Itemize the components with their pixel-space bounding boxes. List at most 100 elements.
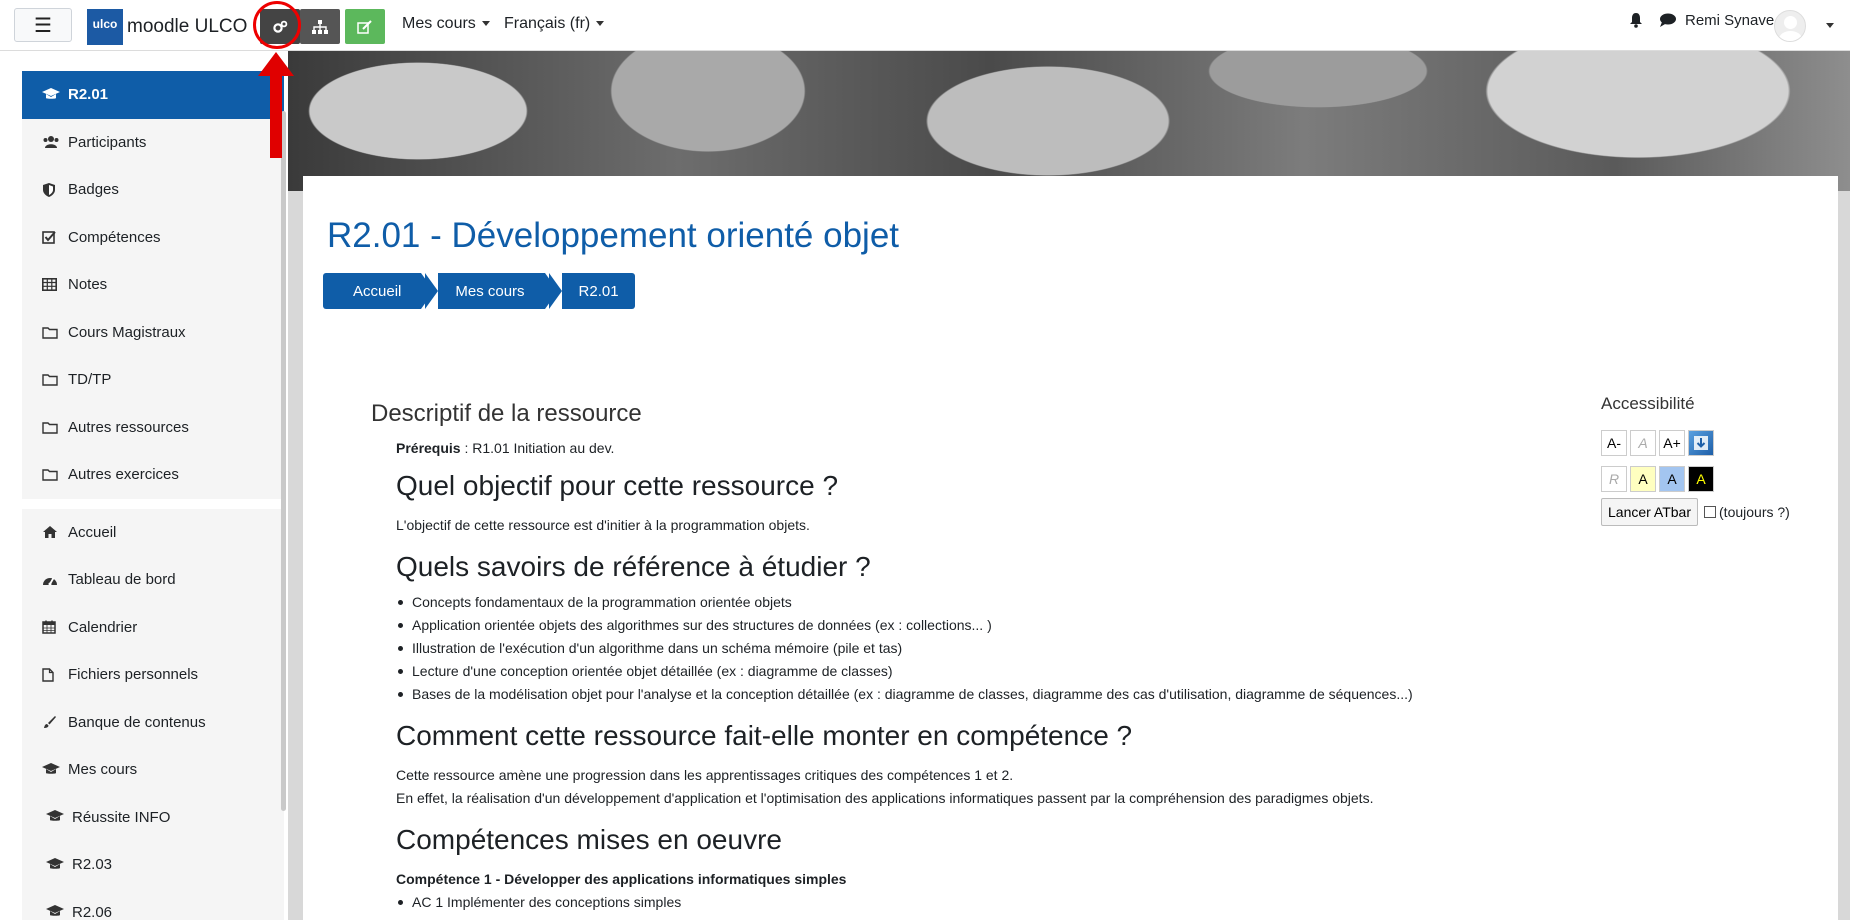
graduation-cap-icon xyxy=(46,857,68,872)
list-item: Concepts fondamentaux de la programmatio… xyxy=(396,591,1571,614)
sidebar-item-fichiers-personnels[interactable]: Fichiers personnels xyxy=(22,651,284,699)
atbar-row: Lancer ATbar (toujours ?) xyxy=(1601,498,1831,526)
section-body: Prérequis : R1.01 Initiation au dev. Que… xyxy=(396,440,1571,914)
graduation-cap-icon xyxy=(42,762,64,777)
caret-down-icon xyxy=(481,21,490,27)
home-icon xyxy=(42,525,64,539)
sidebar-item-participants[interactable]: Participants xyxy=(22,118,284,166)
sidebar-item-autres-exercices[interactable]: Autres exercices xyxy=(22,451,284,499)
table-icon xyxy=(42,278,64,292)
sidebar-item-reussite-info[interactable]: Réussite INFO xyxy=(22,793,284,841)
sidebar-nav: R2.01 Participants Badges Compétences No… xyxy=(22,71,284,920)
breadcrumb: Accueil Mes cours R2.01 xyxy=(323,273,639,309)
course-sidebar: R2.01 Participants Badges Compétences No… xyxy=(0,51,290,920)
launch-atbar-button[interactable]: Lancer ATbar xyxy=(1601,498,1699,526)
page-title: R2.01 - Développement orienté objet xyxy=(327,216,900,255)
language-dropdown[interactable]: Français (fr) xyxy=(504,15,605,33)
font-increase-button[interactable]: A+ xyxy=(1659,430,1685,456)
competence-1-title: Compétence 1 - Développer des applicatio… xyxy=(396,871,847,887)
banner-image xyxy=(288,51,1850,191)
font-reset-button[interactable]: A xyxy=(1630,430,1656,456)
accessibility-block: Accessibilité A- A A+ R A A A Lancer ATb… xyxy=(1601,394,1831,526)
always-checkbox[interactable] xyxy=(1704,506,1717,518)
prerequisites: Prérequis : R1.01 Initiation au dev. xyxy=(396,440,615,456)
cogs-icon xyxy=(273,20,288,33)
sidebar-item-cours-magistraux[interactable]: Cours Magistraux xyxy=(22,308,284,356)
breadcrumb-mes-cours[interactable]: Mes cours xyxy=(425,273,558,309)
sidebar-scrollbar[interactable] xyxy=(281,111,286,811)
graduation-cap-icon xyxy=(46,905,68,919)
file-icon xyxy=(42,668,64,682)
hamburger-menu-button[interactable]: ☰ xyxy=(14,8,72,42)
sidebar-item-notes[interactable]: Notes xyxy=(22,261,284,309)
list-item: Illustration de l'exécution d'un algorit… xyxy=(396,637,1571,660)
folder-icon xyxy=(42,421,64,434)
graduation-cap-icon xyxy=(46,810,68,824)
accessibility-title: Accessibilité xyxy=(1601,394,1695,413)
mes-cours-dropdown[interactable]: Mes cours xyxy=(402,15,490,33)
edit-mode-button[interactable] xyxy=(345,9,385,44)
main-content-card: R2.01 - Développement orienté objet Accu… xyxy=(303,176,1838,920)
sidebar-item-banque-de-contenus[interactable]: Banque de contenus xyxy=(22,698,284,746)
heading-competence: Comment cette ressource fait-elle monter… xyxy=(396,720,1133,751)
breadcrumb-r201[interactable]: R2.01 xyxy=(548,273,635,309)
users-icon xyxy=(42,135,64,149)
competence-text: Cette ressource amène une progression da… xyxy=(396,767,1374,806)
course-description: Descriptif de la ressource Prérequis : R… xyxy=(371,400,1571,914)
messages-button[interactable] xyxy=(1659,12,1677,28)
font-size-row: A- A A+ xyxy=(1601,430,1831,456)
hamburger-icon: ☰ xyxy=(34,14,52,37)
sidebar-item-r203[interactable]: R2.03 xyxy=(22,841,284,889)
user-caret-down-icon[interactable] xyxy=(1826,23,1834,28)
save-settings-button[interactable] xyxy=(1688,430,1714,456)
dashboard-icon xyxy=(42,573,64,587)
sidebar-item-r201[interactable]: R2.01 xyxy=(22,71,284,119)
color-reset-button[interactable]: R xyxy=(1601,466,1627,492)
user-avatar[interactable] xyxy=(1774,10,1806,42)
heading-competences-mises: Compétences mises en oeuvre xyxy=(396,824,782,855)
admin-settings-button[interactable] xyxy=(260,9,300,44)
ulco-logo: ulco ​ xyxy=(87,9,123,45)
blue-theme-button[interactable]: A xyxy=(1659,466,1685,492)
brand[interactable]: ulco ​ moodle ULCO xyxy=(87,9,247,45)
sidebar-item-competences[interactable]: Compétences xyxy=(22,213,284,261)
sidebar-item-td-tp[interactable]: TD/TP xyxy=(22,356,284,404)
comment-icon xyxy=(1660,13,1676,27)
top-navbar: ☰ ulco ​ moodle ULCO Mes cours Fra xyxy=(0,0,1850,51)
sidebar-divider xyxy=(22,498,284,509)
folder-icon xyxy=(42,373,64,386)
heading-savoirs: Quels savoirs de référence à étudier ? xyxy=(396,551,871,582)
calendar-icon xyxy=(42,620,64,634)
navbar-separator xyxy=(255,17,256,35)
black-theme-button[interactable]: A xyxy=(1688,466,1714,492)
sidebar-item-calendrier[interactable]: Calendrier xyxy=(22,603,284,651)
site-nav-group: Accueil Tableau de bord Calendrier Fichi… xyxy=(22,508,284,920)
user-menu[interactable]: Remi Synave xyxy=(1685,12,1774,29)
bell-icon xyxy=(1630,13,1642,28)
breadcrumb-accueil[interactable]: Accueil xyxy=(323,273,435,309)
font-decrease-button[interactable]: A- xyxy=(1601,430,1627,456)
graduation-cap-icon xyxy=(42,87,64,102)
color-row: R A A A xyxy=(1601,466,1831,492)
notifications-button[interactable] xyxy=(1628,12,1644,28)
folder-icon xyxy=(42,468,64,481)
checkbox-icon xyxy=(42,230,64,245)
folder-icon xyxy=(42,326,64,339)
sidebar-item-accueil[interactable]: Accueil xyxy=(22,508,284,556)
yellow-theme-button[interactable]: A xyxy=(1630,466,1656,492)
sidebar-item-mes-cours[interactable]: Mes cours xyxy=(22,746,284,794)
sidebar-item-r206[interactable]: R2.06 xyxy=(22,888,284,920)
savoirs-list: Concepts fondamentaux de la programmatio… xyxy=(396,591,1571,706)
sidebar-item-autres-ressources[interactable]: Autres ressources xyxy=(22,403,284,451)
course-nav-group: R2.01 Participants Badges Compétences No… xyxy=(22,71,284,499)
save-settings-icon xyxy=(1694,436,1708,450)
course-structure-button[interactable] xyxy=(300,9,340,44)
heading-objective: Quel objectif pour cette ressource ? xyxy=(396,470,839,501)
sidebar-item-tableau-de-bord[interactable]: Tableau de bord xyxy=(22,556,284,604)
sitemap-icon xyxy=(312,19,328,34)
sidebar-item-badges[interactable]: Badges xyxy=(22,166,284,214)
edit-icon xyxy=(357,19,372,34)
list-item: AC 1 Implémenter des conceptions simples xyxy=(396,891,1571,914)
brand-name: moodle ULCO xyxy=(127,16,248,37)
list-item: Application orientée objets des algorith… xyxy=(396,614,1571,637)
